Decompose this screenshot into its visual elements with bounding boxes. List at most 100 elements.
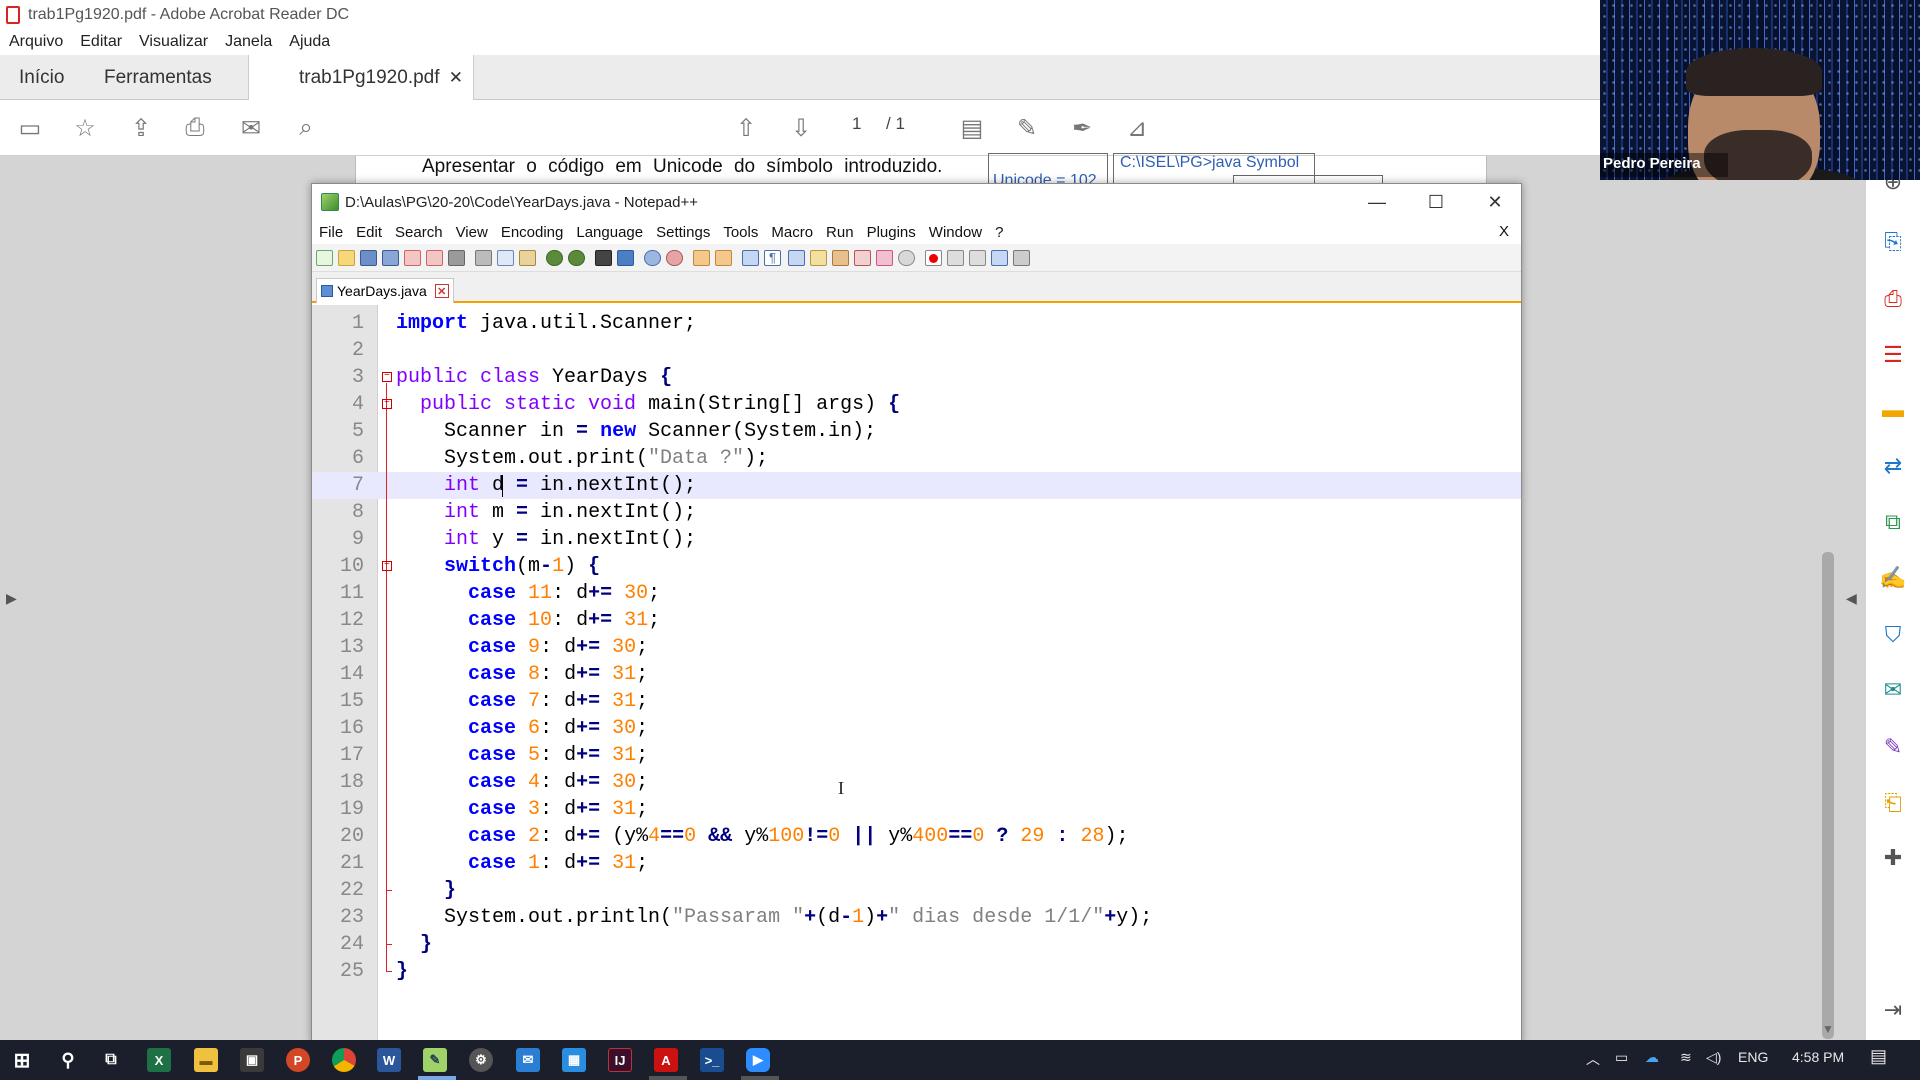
- undo-icon[interactable]: [546, 250, 563, 266]
- page-down-icon[interactable]: ⇩: [787, 114, 815, 142]
- store-icon[interactable]: ▣: [240, 1048, 264, 1072]
- code-line[interactable]: 20 case 2: d+= (y%4==0 && y%100!=0 || y%…: [312, 823, 1521, 850]
- menu-tools[interactable]: Tools: [723, 224, 758, 241]
- code-line[interactable]: 21 case 1: d+= 31;: [312, 850, 1521, 877]
- record-macro-icon[interactable]: [925, 250, 942, 266]
- export-tool-icon[interactable]: ⎗: [1878, 788, 1908, 818]
- function-list-icon[interactable]: [854, 250, 871, 266]
- doc-map-icon[interactable]: [832, 250, 849, 266]
- menu-run[interactable]: Run: [826, 224, 854, 241]
- windows-start-icon[interactable]: ⊞: [10, 1048, 34, 1072]
- redo-icon[interactable]: [568, 250, 585, 266]
- indent-guide-icon[interactable]: [788, 250, 805, 266]
- tray-chevron-icon[interactable]: ︿: [1586, 1049, 1600, 1069]
- save-icon[interactable]: ▭: [16, 114, 44, 142]
- close-button[interactable]: ✕: [1472, 186, 1518, 218]
- mail-app-icon[interactable]: ✉: [516, 1048, 540, 1072]
- fill-sign-tool-icon[interactable]: ✍: [1878, 563, 1908, 593]
- folder-workspace-icon[interactable]: [876, 250, 893, 266]
- comment-icon[interactable]: ▤: [958, 114, 986, 142]
- protect-icon[interactable]: ⛉: [1878, 620, 1908, 650]
- play-macro-icon[interactable]: [969, 250, 986, 266]
- new-file-icon[interactable]: [316, 250, 333, 266]
- more-tools-icon[interactable]: ✚: [1878, 843, 1908, 873]
- minimize-button[interactable]: —: [1354, 186, 1400, 218]
- combine-files-icon[interactable]: ⧉: [1878, 507, 1908, 537]
- code-line[interactable]: 4 public static void main(String[] args)…: [312, 391, 1521, 418]
- find-icon[interactable]: [595, 250, 612, 266]
- code-line[interactable]: 14 case 8: d+= 31;: [312, 661, 1521, 688]
- print-icon[interactable]: ⎙: [181, 114, 209, 142]
- scroll-down-icon[interactable]: ▼: [1822, 1022, 1834, 1036]
- save-file-icon[interactable]: [360, 250, 377, 266]
- input-language[interactable]: ENG: [1738, 1049, 1768, 1065]
- code-line[interactable]: 23 System.out.println("Passaram "+(d-1)+…: [312, 904, 1521, 931]
- menu-arquivo[interactable]: Arquivo: [9, 33, 63, 51]
- replace-icon[interactable]: [617, 250, 634, 266]
- right-panel-collapse-icon[interactable]: ◀: [1846, 590, 1857, 607]
- send-for-signature-icon[interactable]: ✉: [1878, 675, 1908, 705]
- close-document-button[interactable]: X: [1499, 223, 1509, 240]
- menu-search[interactable]: Search: [395, 224, 443, 241]
- collapse-panel-icon[interactable]: ⇥: [1878, 995, 1908, 1025]
- word-wrap-icon[interactable]: [742, 250, 759, 266]
- menu-ajuda[interactable]: Ajuda: [289, 33, 330, 51]
- clock[interactable]: 4:58 PM: [1792, 1049, 1844, 1065]
- close-tab-icon[interactable]: ✕: [434, 284, 449, 298]
- tab-close-icon[interactable]: ✕: [449, 68, 463, 88]
- excel-icon[interactable]: X: [147, 1048, 171, 1072]
- maximize-button[interactable]: ☐: [1413, 186, 1459, 218]
- menu-window[interactable]: Window: [929, 224, 982, 241]
- code-line[interactable]: 1 import java.util.Scanner;: [312, 310, 1521, 337]
- menu-file[interactable]: File: [319, 224, 343, 241]
- tab-inicio[interactable]: Início: [19, 55, 64, 100]
- tab-document[interactable]: trab1Pg1920.pdf ✕: [248, 55, 474, 101]
- print-file-icon[interactable]: [448, 250, 465, 266]
- file-explorer-icon[interactable]: ▬: [194, 1048, 218, 1072]
- export-pdf-icon[interactable]: ⇄: [1878, 451, 1908, 481]
- fold-marker-class[interactable]: −: [382, 372, 392, 382]
- notifications-icon[interactable]: ▤: [1870, 1046, 1887, 1067]
- menu-language[interactable]: Language: [576, 224, 643, 241]
- certificates-icon[interactable]: ✎: [1878, 732, 1908, 762]
- code-line[interactable]: 10 switch(m-1) {: [312, 553, 1521, 580]
- onedrive-icon[interactable]: ☁: [1645, 1049, 1659, 1066]
- powerpoint-icon[interactable]: P: [286, 1048, 310, 1072]
- search-icon[interactable]: ⚲: [56, 1048, 80, 1072]
- left-panel-expand-icon[interactable]: ▶: [6, 590, 17, 607]
- chrome-icon[interactable]: [332, 1048, 356, 1072]
- page-number-input[interactable]: 1: [852, 114, 861, 134]
- zoom-in-icon[interactable]: [644, 250, 661, 266]
- mail-icon[interactable]: ✉: [237, 114, 265, 142]
- user-language-icon[interactable]: [810, 250, 827, 266]
- menu-encoding[interactable]: Encoding: [501, 224, 564, 241]
- cut-icon[interactable]: [475, 250, 492, 266]
- code-line[interactable]: 6 System.out.print("Data ?");: [312, 445, 1521, 472]
- acrobat-taskbar-icon[interactable]: A: [654, 1048, 678, 1072]
- edit-pdf-icon[interactable]: ⎙: [1878, 284, 1908, 314]
- close-file-icon[interactable]: [404, 250, 421, 266]
- page-up-icon[interactable]: ⇧: [732, 114, 760, 142]
- highlight-pen-icon[interactable]: ✎: [1013, 114, 1041, 142]
- vertical-scrollbar[interactable]: [1822, 552, 1834, 1039]
- fold-marker-switch[interactable]: −: [382, 561, 392, 571]
- sync-vertical-icon[interactable]: [693, 250, 710, 266]
- tab-ferramentas[interactable]: Ferramentas: [104, 55, 212, 100]
- monitoring-icon[interactable]: [898, 250, 915, 266]
- word-icon[interactable]: W: [377, 1048, 401, 1072]
- powershell-icon[interactable]: >_: [700, 1048, 724, 1072]
- settings-app-icon[interactable]: ⚙: [469, 1048, 493, 1072]
- code-line[interactable]: 3 public class YearDays {: [312, 364, 1521, 391]
- code-line[interactable]: 15 case 7: d+= 31;: [312, 688, 1521, 715]
- task-view-icon[interactable]: ⧉: [99, 1048, 123, 1072]
- fold-marker-main[interactable]: −: [382, 399, 392, 409]
- volume-icon[interactable]: ◁): [1706, 1049, 1721, 1066]
- code-line[interactable]: 17 case 5: d+= 31;: [312, 742, 1521, 769]
- show-all-chars-icon[interactable]: ¶: [764, 250, 781, 266]
- intellij-icon[interactable]: IJ: [608, 1048, 632, 1072]
- upload-cloud-icon[interactable]: ⇪: [127, 114, 155, 142]
- copy-icon[interactable]: [497, 250, 514, 266]
- create-pdf-icon[interactable]: ⎘: [1878, 227, 1908, 257]
- sync-horizontal-icon[interactable]: [715, 250, 732, 266]
- code-line[interactable]: 24 }: [312, 931, 1521, 958]
